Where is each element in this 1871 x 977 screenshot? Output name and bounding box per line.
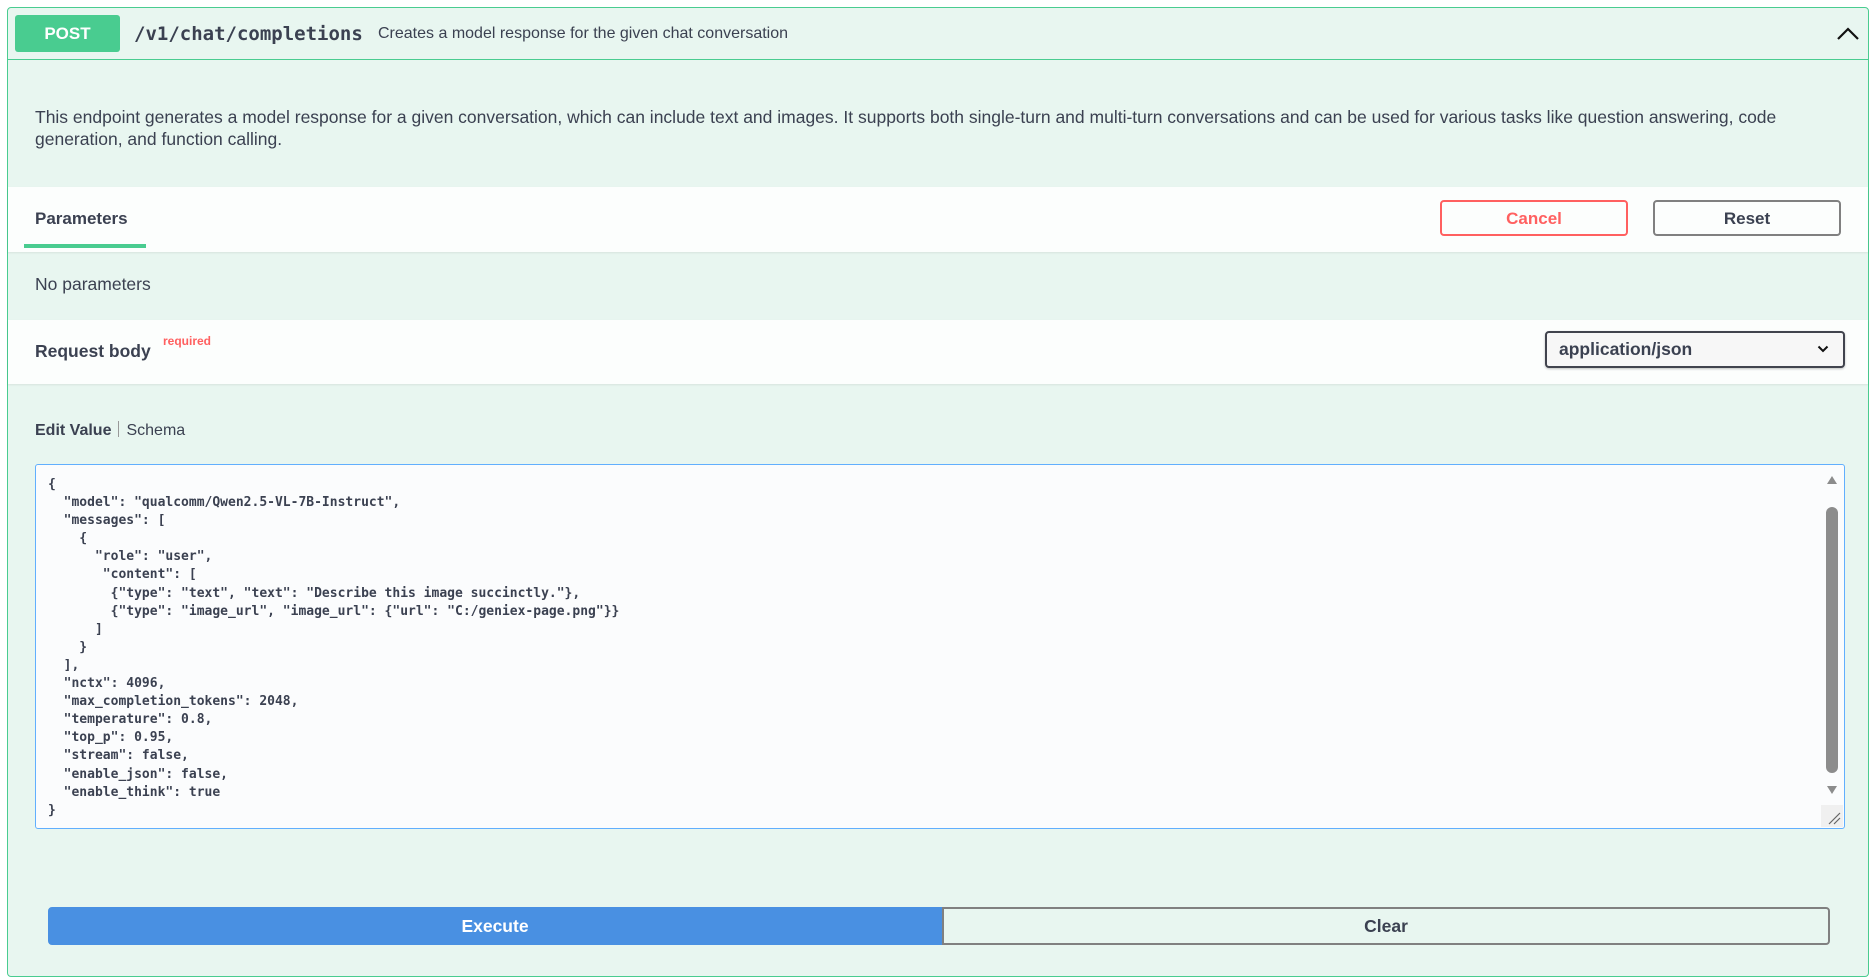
tab-edit-value[interactable]: Edit Value [35, 422, 111, 439]
operation-summary-bar[interactable]: POST /v1/chat/completions Creates a mode… [8, 8, 1868, 60]
no-parameters-text: No parameters [35, 274, 151, 294]
reset-button[interactable]: Reset [1653, 200, 1841, 236]
content-type-select[interactable]: application/json [1545, 331, 1845, 368]
method-badge: POST [15, 15, 120, 52]
tab-divider [118, 421, 120, 437]
request-body-json[interactable]: { "model": "qualcomm/Qwen2.5-VL-7B-Instr… [48, 476, 619, 820]
request-body-section-header: Request body required application/json [8, 320, 1868, 384]
editor-scrollbar[interactable] [1822, 467, 1842, 822]
operation-block-post-chat-completions: POST /v1/chat/completions Creates a mode… [7, 7, 1869, 977]
chevron-down-icon [1817, 345, 1829, 353]
tab-parameters[interactable]: Parameters [35, 209, 128, 229]
operation-description: This endpoint generates a model response… [35, 107, 1777, 149]
triangle-down-icon[interactable] [1826, 785, 1838, 795]
parameters-section-header: Parameters Cancel Reset [8, 187, 1868, 252]
content-type-value: application/json [1559, 339, 1693, 359]
chevron-up-icon [1837, 27, 1859, 40]
operation-summary: Creates a model response for the given c… [378, 25, 789, 42]
body-view-tabs: Edit Value Schema [35, 421, 185, 441]
endpoint-path: /v1/chat/completions [134, 23, 363, 45]
resize-grip-icon[interactable] [1821, 805, 1843, 827]
execute-button-group: Execute Clear [48, 907, 1830, 945]
tab-schema[interactable]: Schema [126, 422, 185, 439]
triangle-up-icon[interactable] [1826, 475, 1838, 485]
required-marker: required [163, 334, 212, 348]
cancel-button[interactable]: Cancel [1440, 200, 1628, 236]
clear-button[interactable]: Clear [942, 907, 1830, 945]
request-body-title: Request body [35, 341, 151, 361]
active-tab-indicator [24, 244, 146, 248]
collapse-button[interactable] [1828, 18, 1868, 50]
scrollbar-thumb[interactable] [1826, 507, 1838, 773]
execute-button[interactable]: Execute [48, 907, 942, 945]
request-body-editor[interactable]: { "model": "qualcomm/Qwen2.5-VL-7B-Instr… [35, 464, 1845, 829]
